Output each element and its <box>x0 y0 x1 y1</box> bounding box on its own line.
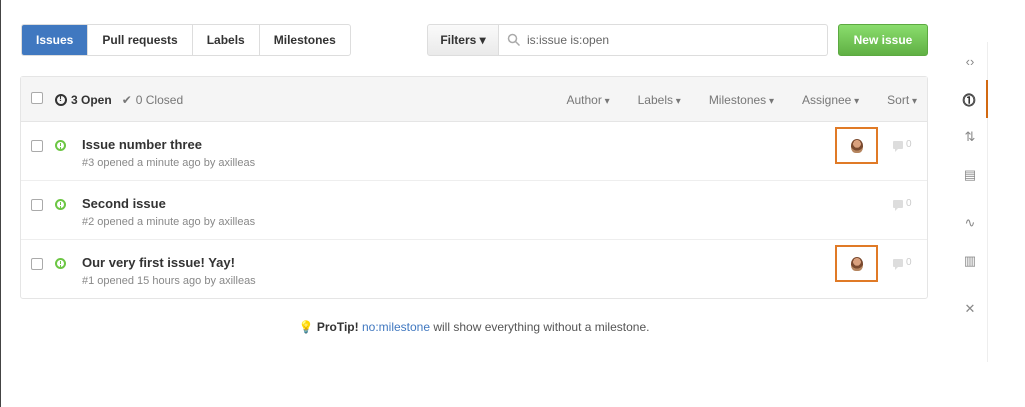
assignee-highlight[interactable] <box>835 245 878 282</box>
issue-meta: #1 opened 15 hours ago by axilleas <box>82 275 256 287</box>
wiki-icon[interactable]: ▤ <box>952 156 988 194</box>
assignee-menu[interactable]: Assignee <box>802 93 859 107</box>
graphs-icon[interactable]: ▥ <box>952 242 988 280</box>
issues-subnav: Issues Pull requests Labels Milestones <box>21 24 351 56</box>
issue-row[interactable]: Second issue #2 opened a minute ago by a… <box>21 181 927 240</box>
filters-bar: Filters ▾ <box>427 24 828 56</box>
issue-opened-icon <box>55 93 67 106</box>
issues-icon[interactable]: ⓵ <box>952 80 988 118</box>
labels-menu[interactable]: Labels <box>638 93 681 107</box>
tab-issues[interactable]: Issues <box>22 25 89 55</box>
comment-count: 0 <box>906 198 912 209</box>
issue-checkbox[interactable] <box>31 258 43 270</box>
open-issues-link[interactable]: 3 Open <box>55 93 112 107</box>
new-issue-button[interactable]: New issue <box>838 24 928 56</box>
comments-link[interactable]: 0 <box>893 257 912 270</box>
issue-opened-icon <box>55 199 66 210</box>
issue-meta: #3 opened a minute ago by axilleas <box>82 157 256 169</box>
search-input[interactable] <box>527 33 827 47</box>
closed-count-label: 0 Closed <box>135 93 184 107</box>
issue-opened-icon <box>55 140 66 151</box>
issue-states: 3 Open ✔ 0 Closed <box>55 93 183 107</box>
pulse-icon[interactable]: ∿ <box>952 204 988 242</box>
issue-checkbox[interactable] <box>31 140 43 152</box>
lightbulb-icon: 💡 <box>298 320 314 334</box>
milestones-menu[interactable]: Milestones <box>709 93 774 107</box>
tab-pull-requests[interactable]: Pull requests <box>88 25 193 55</box>
select-all-checkbox[interactable] <box>31 92 43 104</box>
issue-checkbox[interactable] <box>31 199 43 211</box>
protip-label: ProTip! <box>316 320 359 334</box>
issue-title[interactable]: Our very first issue! Yay! <box>82 255 235 270</box>
comment-icon <box>893 140 903 152</box>
avatar[interactable] <box>850 138 863 153</box>
protip: 💡 ProTip! no:milestone will show everyth… <box>0 320 948 334</box>
code-icon[interactable]: ‹› <box>952 42 988 80</box>
issue-opened-icon <box>55 258 66 269</box>
sort-menu[interactable]: Sort <box>887 93 917 107</box>
open-count-label: 3 Open <box>71 93 112 107</box>
search-icon <box>507 33 521 47</box>
table-header: 3 Open ✔ 0 Closed Author Labels Mileston… <box>21 77 927 122</box>
assignee-highlight[interactable] <box>835 127 878 164</box>
issue-title[interactable]: Issue number three <box>82 137 202 152</box>
sidebar-divider <box>952 280 988 290</box>
repo-sidebar: ‹› ⓵ ⇅ ▤ ∿ ▥ ✕ <box>952 42 988 328</box>
comment-icon <box>893 258 903 270</box>
author-menu[interactable]: Author <box>566 93 609 107</box>
avatar[interactable] <box>850 256 863 271</box>
comment-icon <box>893 199 903 211</box>
pull-request-icon[interactable]: ⇅ <box>952 118 988 156</box>
search-box[interactable] <box>499 24 828 56</box>
filters-button[interactable]: Filters ▾ <box>427 24 499 56</box>
tab-labels[interactable]: Labels <box>193 25 260 55</box>
issue-title[interactable]: Second issue <box>82 196 166 211</box>
protip-text: will show everything without a milestone… <box>430 320 650 334</box>
filter-menus: Author Labels Milestones Assignee Sort <box>566 93 917 107</box>
comment-count: 0 <box>906 139 912 150</box>
closed-issues-link[interactable]: ✔ 0 Closed <box>122 93 183 107</box>
issue-row[interactable]: Issue number three #3 opened a minute ag… <box>21 122 927 181</box>
tab-milestones[interactable]: Milestones <box>260 25 350 55</box>
issues-table: 3 Open ✔ 0 Closed Author Labels Mileston… <box>20 76 928 299</box>
check-icon: ✔ <box>121 93 132 107</box>
comment-count: 0 <box>906 257 912 268</box>
sidebar-divider <box>952 194 988 204</box>
comments-link[interactable]: 0 <box>893 198 912 211</box>
comments-link[interactable]: 0 <box>893 139 912 152</box>
issue-row[interactable]: Our very first issue! Yay! #1 opened 15 … <box>21 240 927 299</box>
issue-meta: #2 opened a minute ago by axilleas <box>82 216 256 228</box>
protip-link[interactable]: no:milestone <box>362 320 430 334</box>
settings-icon[interactable]: ✕ <box>952 290 988 328</box>
